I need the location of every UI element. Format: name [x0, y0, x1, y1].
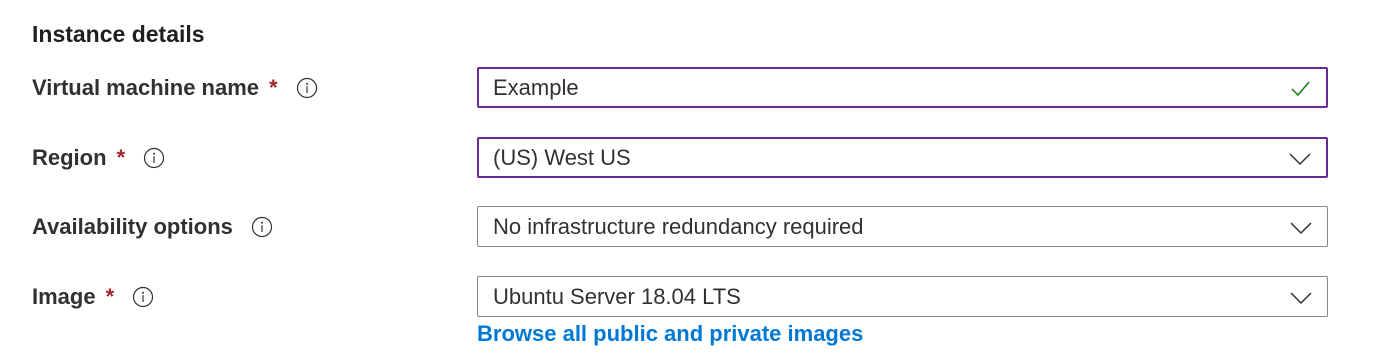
- required-asterisk: *: [269, 75, 278, 100]
- required-asterisk: *: [116, 145, 126, 170]
- chevron-down-icon[interactable]: [1287, 213, 1315, 241]
- info-icon[interactable]: [143, 147, 165, 169]
- required-asterisk: *: [105, 284, 115, 309]
- availability-selected-value: No infrastructure redundancy required: [493, 213, 864, 239]
- availability-label: Availability options: [32, 214, 233, 239]
- info-icon[interactable]: [296, 77, 318, 99]
- vm-name-field[interactable]: [477, 67, 1328, 108]
- chevron-down-icon[interactable]: [1287, 283, 1315, 311]
- info-icon[interactable]: [251, 216, 273, 238]
- image-label-row: Image *: [32, 276, 154, 318]
- image-selected-value: Ubuntu Server 18.04 LTS: [493, 283, 741, 309]
- region-selected-value: (US) West US: [493, 144, 631, 170]
- vm-name-label-row: Virtual machine name *: [32, 67, 318, 109]
- vm-name-input[interactable]: [493, 74, 1286, 101]
- image-dropdown[interactable]: Ubuntu Server 18.04 LTS: [477, 276, 1328, 317]
- region-label: Region: [32, 145, 107, 170]
- browse-images-link[interactable]: Browse all public and private images: [477, 320, 863, 348]
- chevron-down-icon[interactable]: [1286, 144, 1314, 172]
- checkmark-icon: [1286, 74, 1314, 102]
- image-label: Image: [32, 284, 96, 309]
- vm-name-label: Virtual machine name: [32, 75, 260, 100]
- availability-label-row: Availability options: [32, 206, 273, 248]
- section-title: Instance details: [32, 21, 205, 47]
- region-label-row: Region *: [32, 137, 165, 179]
- region-dropdown[interactable]: (US) West US: [477, 137, 1328, 178]
- availability-dropdown[interactable]: No infrastructure redundancy required: [477, 206, 1328, 247]
- info-icon[interactable]: [132, 286, 154, 308]
